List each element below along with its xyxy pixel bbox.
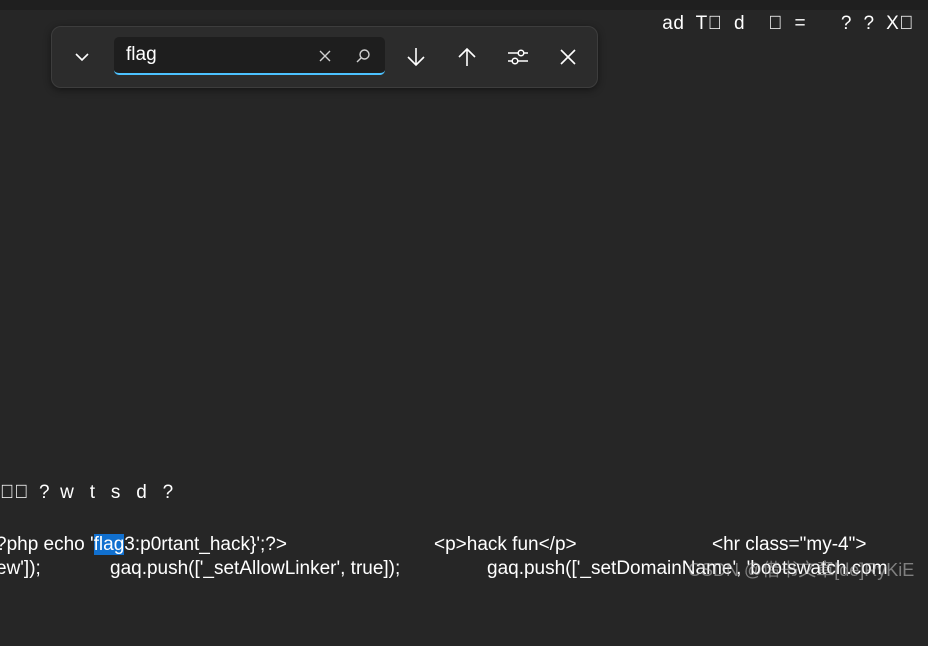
code-segment-php: ?php echo 'flag3:p0rtant_hack}';?> xyxy=(0,534,287,556)
search-input[interactable] xyxy=(126,43,316,67)
arrow-down-icon xyxy=(405,46,427,68)
search-match-highlight: flag xyxy=(93,534,125,555)
next-match-button[interactable] xyxy=(401,42,431,72)
code-segment-paragraph: <p>hack fun</p> xyxy=(434,534,577,555)
find-widget xyxy=(51,26,598,88)
close-icon xyxy=(318,49,332,63)
clear-search-button[interactable] xyxy=(310,41,340,71)
search-button[interactable] xyxy=(348,41,378,71)
arrow-up-icon xyxy=(456,46,478,68)
garbled-status-line:    ? w t s d ? xyxy=(0,482,174,503)
code-line-2: ew']); gaq.push(['_setAllowLinker', true… xyxy=(0,558,888,646)
garbled-header-text: ad T  d   = ? ? X  xyxy=(662,13,914,34)
chevron-down-icon xyxy=(73,48,91,66)
top-strip xyxy=(0,0,928,10)
code-segment-a: ew']); xyxy=(0,558,41,579)
previous-match-button[interactable] xyxy=(452,42,482,72)
sliders-icon xyxy=(507,46,529,68)
watermark: CSDN @借书文章[de]RyKiE xyxy=(688,560,915,580)
code-segment-b: gaq.push(['_setAllowLinker', true]); xyxy=(110,558,401,579)
search-icon xyxy=(355,48,371,64)
code-prefix: ?php echo ' xyxy=(0,534,94,555)
search-box xyxy=(114,37,385,75)
close-icon xyxy=(559,48,577,66)
close-find-button[interactable] xyxy=(553,42,583,72)
code-suffix: 3:p0rtant_hack}';?> xyxy=(124,534,287,555)
filter-options-button[interactable] xyxy=(503,42,533,72)
toggle-replace-button[interactable] xyxy=(67,42,97,72)
code-segment-hr: <hr class="my-4"> xyxy=(712,534,867,555)
